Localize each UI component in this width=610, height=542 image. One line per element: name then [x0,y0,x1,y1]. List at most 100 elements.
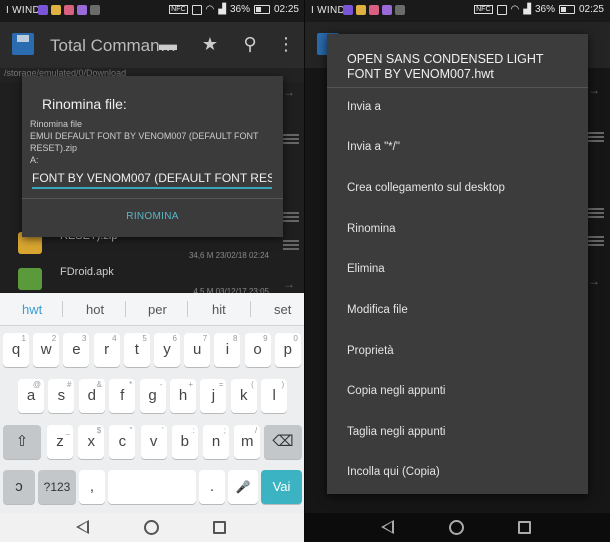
key-s[interactable]: # s [48,379,75,413]
key-n[interactable]: ; n [203,425,229,459]
key-label: v [149,433,158,450]
key-label: n [211,433,221,450]
suggestion-item[interactable]: hot [86,302,104,317]
android-apk-icon [18,268,42,290]
key-secondary-label: 0 [293,334,298,343]
divider [250,301,251,317]
key-secondary-label: * [129,380,133,389]
key-secondary-label: 5 [142,334,147,343]
more-options-icon[interactable]: ⋮ [276,34,296,54]
suggestion-item[interactable]: per [148,302,167,317]
key-w[interactable]: 2w [33,333,60,367]
save-disk-icon[interactable] [12,33,34,55]
key-secondary-label: = [218,380,224,389]
suggestion-item[interactable]: hwt [22,302,42,317]
key-v[interactable]: ' v [140,425,167,459]
back-icon[interactable] [76,520,89,534]
menu-handle-icon[interactable] [283,134,299,144]
shift-key[interactable]: ⇧ [3,425,41,459]
key-p[interactable]: 0p [274,333,301,367]
key-l[interactable]: ) l [261,379,288,413]
key-d[interactable]: & d [78,379,105,413]
menu-item-cut-clipboard[interactable]: Taglia negli appunti [327,412,588,452]
signal-icon: ▟ [523,4,531,15]
microphone-key[interactable]: 🎤 [228,470,258,504]
key-label: o [253,341,262,358]
key-e[interactable]: 3e [63,333,90,367]
key-label: e [72,341,81,358]
home-icon[interactable] [449,520,464,535]
arrow-right-icon[interactable]: → [283,86,297,98]
key-z[interactable]: _ z [47,425,73,459]
symbols-key[interactable]: ?123 [38,470,76,504]
key-i[interactable]: 8i [214,333,241,367]
menu-item-send-to-folder[interactable]: Invia a "*/" [327,127,588,167]
divider [22,198,283,199]
key-label: t [134,341,139,358]
key-u[interactable]: 7u [184,333,211,367]
key-f[interactable]: * f [109,379,136,413]
key-j[interactable]: = j [200,379,227,413]
swype-key[interactable]: ↄ [3,470,35,504]
key-k[interactable]: (k [230,379,257,413]
recent-apps-icon[interactable] [518,521,531,534]
menu-item-paste-copy[interactable]: Incolla qui (Copia) [327,452,588,492]
app-notification-icon [77,5,87,15]
key-c[interactable]: " c [109,425,136,459]
backspace-key[interactable]: ⌫ [264,425,302,459]
menu-item-delete[interactable]: Elimina [327,249,588,289]
key-r[interactable]: 4r [93,333,120,367]
menu-item-rename[interactable]: Rinomina [327,209,588,249]
key-y[interactable]: 6y [154,333,180,367]
right-screen: I WIND NFC ◠ ▟ 36% 02:25 → → OPEN SANS C… [305,0,610,542]
key-g[interactable]: -g [139,379,166,413]
suggestion-item[interactable]: set [274,302,291,317]
key-secondary-label: # [66,380,72,389]
rename-confirm-button[interactable]: RINOMINA [22,202,283,232]
bookmark-star-icon[interactable]: ★ [200,34,220,54]
search-icon[interactable]: ⚲ [240,34,260,54]
recent-apps-icon[interactable] [213,521,226,534]
app-notification-icon [64,5,74,15]
key-secondary-label: / [254,426,258,435]
key-secondary-label: ' [162,426,164,435]
battery-percent: 36% [229,4,250,15]
app-notification-icon [395,5,405,15]
back-icon[interactable] [381,520,394,534]
new-filename-input[interactable] [32,169,272,189]
menu-handle-icon[interactable] [283,212,299,222]
space-key[interactable] [108,470,196,504]
menu-item-copy-clipboard[interactable]: Copia negli appunti [327,371,588,411]
app-notification-icon [369,5,379,15]
key-label: w [40,341,52,358]
vibrate-icon [496,4,507,15]
signal-icon: ▟ [218,4,226,15]
home-icon[interactable] [144,520,159,535]
dialog-label-line: A: [30,155,39,165]
menu-item-edit-file[interactable]: Modifica file [327,290,588,330]
app-notification-icon [90,5,100,15]
go-enter-key[interactable]: Vai [261,470,302,504]
key-o[interactable]: 9o [244,333,271,367]
menu-item-create-shortcut[interactable]: Crea collegamento sul desktop [327,168,588,208]
period-key[interactable]: . [199,470,225,504]
comma-key[interactable]: , [79,470,105,504]
key-t[interactable]: 5t [123,333,150,367]
menu-title: OPEN SANS CONDENSED LIGHT FONT BY VENOM0… [347,52,544,81]
key-x[interactable]: $ x [78,425,105,459]
menu-item-properties[interactable]: Proprietà [327,331,588,371]
key-q[interactable]: 1q [3,333,29,367]
key-b[interactable]: :b [171,425,198,459]
status-bar: I WIND NFC ◠ ▟ 36% 02:25 [305,0,610,22]
file-name: FDroid.apk [60,266,114,278]
key-label: l [272,387,276,404]
app-notification-icon [356,5,366,15]
suggestion-item[interactable]: hit [212,302,226,317]
menu-item-send-to[interactable]: Invia a [327,87,588,127]
wifi-icon: ◠ [510,4,520,15]
key-a[interactable]: @ a [18,379,44,413]
folder-icon[interactable]: ▬ [158,34,178,54]
key-secondary-label: 3 [81,334,87,343]
key-m[interactable]: / m [234,425,261,459]
key-h[interactable]: + h [170,379,196,413]
